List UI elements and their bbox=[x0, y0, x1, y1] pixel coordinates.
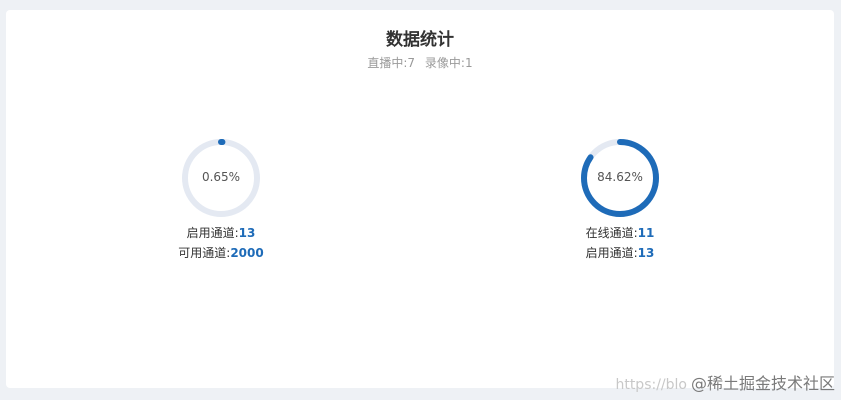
record-count: 录像中:1 bbox=[424, 56, 473, 70]
progress-ring: 0.65% bbox=[180, 137, 262, 219]
stat-line-value: 13 bbox=[238, 226, 256, 240]
status-summary: 直播中:7 录像中:1 bbox=[6, 54, 834, 71]
watermark: https://blo @稀土掘金技术社区 bbox=[615, 370, 835, 394]
online-channels-stat: 84.62% 在线通道:11 启用通道:13 bbox=[540, 137, 700, 263]
stat-line-label: 启用通道: bbox=[186, 226, 239, 240]
stat-line-available: 可用通道:2000 bbox=[141, 243, 301, 263]
stats-card: 数据统计 直播中:7 录像中:1 0.65% 启用通道:13 可用通道:2000… bbox=[6, 10, 834, 388]
stat-line-value: 11 bbox=[637, 226, 655, 240]
stat-line-online: 在线通道:11 bbox=[540, 223, 700, 243]
stat-line-label: 可用通道: bbox=[178, 246, 231, 260]
stat-line-value: 2000 bbox=[230, 246, 264, 260]
stat-line-value: 13 bbox=[637, 246, 655, 260]
progress-percent: 0.65% bbox=[201, 170, 241, 184]
stat-line-enabled: 启用通道:13 bbox=[540, 243, 700, 263]
live-count: 直播中:7 bbox=[367, 56, 416, 70]
page-title: 数据统计 bbox=[386, 30, 454, 50]
stat-line-label: 启用通道: bbox=[585, 246, 638, 260]
stat-line-enabled: 启用通道:13 bbox=[141, 223, 301, 243]
enabled-channels-stat: 0.65% 启用通道:13 可用通道:2000 bbox=[141, 137, 301, 263]
watermark-url: https://blo bbox=[615, 377, 687, 393]
progress-percent: 84.62% bbox=[597, 170, 643, 184]
progress-ring: 84.62% bbox=[579, 137, 661, 219]
watermark-brand: @稀土掘金技术社区 bbox=[690, 374, 835, 393]
stat-line-label: 在线通道: bbox=[585, 226, 638, 240]
